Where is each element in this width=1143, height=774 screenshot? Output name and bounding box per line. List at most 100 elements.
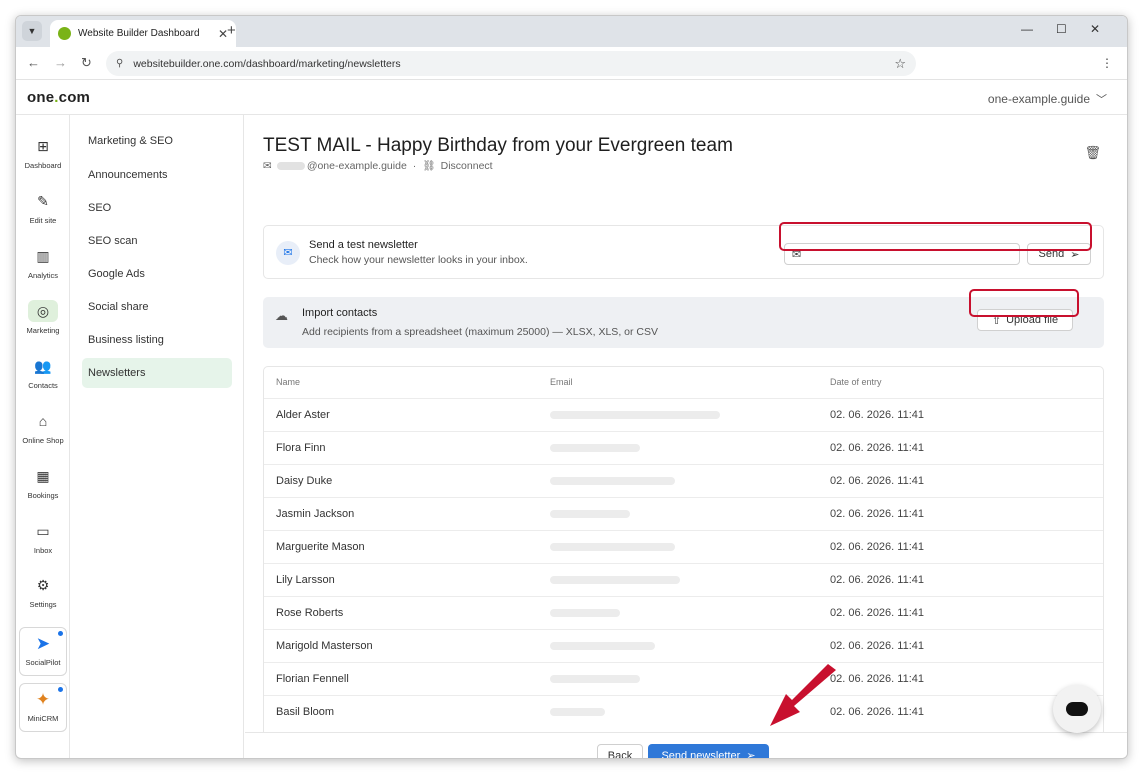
- cell-email-redacted: [550, 543, 675, 551]
- edit-site-icon: ✎: [37, 193, 49, 209]
- envelope-icon: ✉: [276, 241, 300, 265]
- cell-email-redacted: [550, 576, 680, 584]
- notification-dot: [58, 631, 63, 636]
- back-button[interactable]: Back: [597, 744, 643, 758]
- cell-date: 02. 06. 2026. 11:41: [830, 673, 924, 685]
- tab-bar: ▼ Website Builder Dashboard ✕ + — ☐ ✕: [16, 16, 1127, 47]
- cloud-upload-icon: ☁: [275, 308, 288, 323]
- sender-line: ✉ @one-example.guide · ⛓ Disconnect: [263, 159, 493, 173]
- browser-window: ▼ Website Builder Dashboard ✕ + — ☐ ✕ ← …: [15, 15, 1128, 759]
- table-row[interactable]: Daisy Duke 02. 06. 2026. 11:41: [264, 464, 1103, 497]
- nav-label: Online Shop: [22, 436, 64, 445]
- nav-bookings[interactable]: ▦ Bookings: [16, 465, 70, 500]
- site-info-icon[interactable]: ⚲: [116, 58, 123, 69]
- cell-name: Jasmin Jackson: [276, 508, 355, 520]
- redacted-text: [276, 161, 305, 170]
- subnav-seo[interactable]: SEO: [82, 193, 232, 223]
- back-arrow-icon[interactable]: ←: [27, 55, 40, 70]
- test-newsletter-subtitle: Check how your newsletter looks in your …: [309, 254, 528, 266]
- table-row[interactable]: Alder Aster 02. 06. 2026. 11:41: [264, 398, 1103, 431]
- new-tab-icon[interactable]: +: [227, 22, 236, 39]
- url-text[interactable]: websitebuilder.one.com/dashboard/marketi…: [133, 58, 894, 70]
- disconnect-link[interactable]: Disconnect: [441, 160, 493, 172]
- minimize-icon[interactable]: —: [1021, 22, 1033, 36]
- table-row[interactable]: Lily Larsson 02. 06. 2026. 11:41: [264, 563, 1103, 596]
- bookmark-star-icon[interactable]: ☆: [894, 56, 906, 72]
- column-header-name: Name: [276, 377, 301, 387]
- subnav-announcements[interactable]: Announcements: [82, 160, 232, 190]
- cell-date: 02. 06. 2026. 11:41: [830, 475, 924, 487]
- cell-email-redacted: [550, 642, 655, 650]
- cell-email-redacted: [550, 411, 720, 419]
- table-row[interactable]: Rose Roberts 02. 06. 2026. 11:41: [264, 596, 1103, 629]
- app-minicrm[interactable]: ✦ MiniCRM: [19, 683, 67, 732]
- nav-label: Settings: [29, 600, 57, 609]
- browser-tab[interactable]: Website Builder Dashboard ✕: [50, 20, 236, 47]
- cell-name: Marguerite Mason: [276, 541, 365, 553]
- cell-email-redacted: [550, 609, 620, 617]
- icon-sidebar: ⊞ Dashboard ✎ Edit site ▥ Analytics ◎ Ma…: [16, 115, 70, 758]
- shop-icon: ⌂: [38, 413, 48, 429]
- url-bar[interactable]: ⚲ websitebuilder.one.com/dashboard/marke…: [106, 51, 916, 76]
- cell-date: 02. 06. 2026. 11:41: [830, 508, 924, 520]
- nav-inbox[interactable]: ▭ Inbox: [16, 520, 70, 555]
- nav-marketing[interactable]: ◎ Marketing: [16, 300, 70, 335]
- subnav-newsletters[interactable]: Newsletters: [82, 358, 232, 388]
- nav-label: Dashboard: [24, 161, 62, 170]
- table-row[interactable]: Jasmin Jackson 02. 06. 2026. 11:41: [264, 497, 1103, 530]
- cell-date: 02. 06. 2026. 11:41: [830, 640, 924, 652]
- contacts-table: Name Email Date of entry Alder Aster 02.…: [263, 366, 1104, 746]
- app-socialpilot[interactable]: ➤ SocialPilot: [19, 627, 67, 676]
- nav-label: Marketing: [26, 326, 60, 335]
- browser-menu-icon[interactable]: ⋮: [1101, 56, 1113, 70]
- main-content: TEST MAIL - Happy Birthday from your Eve…: [245, 115, 1127, 758]
- test-newsletter-title: Send a test newsletter: [309, 239, 418, 251]
- trash-icon[interactable]: 🗑: [1084, 145, 1101, 161]
- inbox-icon: ▭: [36, 523, 50, 539]
- unlink-icon: ⛓: [422, 160, 436, 172]
- cell-name: Rose Roberts: [276, 607, 344, 619]
- table-row[interactable]: Florian Fennell 02. 06. 2026. 11:41: [264, 662, 1103, 695]
- socialpilot-icon: ➤: [35, 634, 51, 653]
- cell-email-redacted: [550, 675, 640, 683]
- chat-icon: [1066, 702, 1088, 716]
- nav-settings[interactable]: ⚙ Settings: [16, 574, 70, 609]
- app-header: one.com one-example.guide ﹀: [16, 81, 1127, 115]
- subnav-seo-scan[interactable]: SEO scan: [82, 226, 232, 256]
- nav-dashboard[interactable]: ⊞ Dashboard: [16, 135, 70, 170]
- import-subtitle: Add recipients from a spreadsheet (maxim…: [302, 326, 658, 338]
- cell-name: Flora Finn: [276, 442, 326, 454]
- table-row[interactable]: Basil Bloom 02. 06. 2026. 11:41: [264, 695, 1103, 728]
- domain-selector[interactable]: one-example.guide ﹀: [988, 91, 1107, 107]
- table-row[interactable]: Marigold Masterson 02. 06. 2026. 11:41: [264, 629, 1103, 662]
- subnav-google-ads[interactable]: Google Ads: [82, 259, 232, 289]
- table-row[interactable]: Marguerite Mason 02. 06. 2026. 11:41: [264, 530, 1103, 563]
- gear-icon: ⚙: [36, 577, 50, 593]
- nav-contacts[interactable]: 👥 Contacts: [16, 355, 70, 390]
- maximize-icon[interactable]: ☐: [1056, 22, 1067, 36]
- dashboard-icon: ⊞: [37, 138, 49, 154]
- nav-online-shop[interactable]: ⌂ Online Shop: [16, 410, 70, 445]
- subnav-business-listing[interactable]: Business listing: [82, 325, 232, 355]
- marketing-subnav: Marketing & SEO Announcements SEO SEO sc…: [70, 115, 244, 758]
- cell-date: 02. 06. 2026. 11:41: [830, 706, 924, 718]
- close-window-icon[interactable]: ✕: [1090, 22, 1100, 36]
- footer-bar: Back Send newsletter ➢: [245, 732, 1127, 758]
- nav-analytics[interactable]: ▥ Analytics: [16, 245, 70, 280]
- cell-email-redacted: [550, 444, 640, 452]
- send-newsletter-button[interactable]: Send newsletter ➢: [648, 744, 769, 758]
- subnav-heading: Marketing & SEO: [88, 135, 173, 147]
- table-row[interactable]: Flora Finn 02. 06. 2026. 11:41: [264, 431, 1103, 464]
- cell-name: Alder Aster: [276, 409, 330, 421]
- nav-label: Contacts: [28, 381, 58, 390]
- reload-icon[interactable]: ↻: [81, 55, 92, 71]
- tab-search-icon[interactable]: ▼: [22, 21, 42, 41]
- subnav-social-share[interactable]: Social share: [82, 292, 232, 322]
- app-label: SocialPilot: [25, 658, 61, 667]
- forward-arrow-icon[interactable]: →: [54, 55, 67, 70]
- page-title: TEST MAIL - Happy Birthday from your Eve…: [263, 135, 733, 156]
- chat-widget-button[interactable]: [1053, 685, 1101, 733]
- one-com-logo[interactable]: one.com: [27, 89, 90, 106]
- nav-edit-site[interactable]: ✎ Edit site: [16, 190, 70, 225]
- domain-name: one-example.guide: [987, 92, 1090, 106]
